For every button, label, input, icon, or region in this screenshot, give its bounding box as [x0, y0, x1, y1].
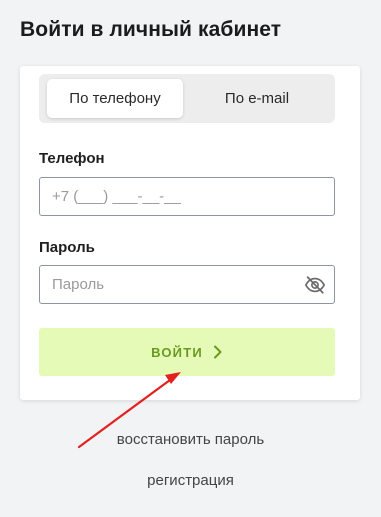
password-label: Пароль: [39, 239, 95, 256]
tab-email[interactable]: По e-mail: [187, 79, 327, 118]
phone-field-wrapper: [39, 177, 335, 216]
phone-label: Телефон: [39, 150, 105, 167]
page-title: Войти в личный кабинет: [20, 18, 282, 41]
login-method-tabs: По телефону По e-mail: [39, 74, 335, 123]
password-input[interactable]: [40, 266, 292, 303]
login-card: По телефону По e-mail Телефон Пароль ВОЙ…: [20, 66, 360, 400]
tab-phone[interactable]: По телефону: [47, 79, 183, 118]
password-field-wrapper: [39, 265, 335, 304]
login-button-label: ВОЙТИ: [151, 344, 203, 360]
register-link[interactable]: регистрация: [0, 472, 381, 489]
chevron-right-icon: [213, 345, 222, 359]
login-button[interactable]: ВОЙТИ: [39, 328, 335, 376]
phone-input[interactable]: [40, 178, 292, 215]
eye-slash-icon[interactable]: [304, 274, 326, 296]
restore-password-link[interactable]: восстановить пароль: [0, 431, 381, 448]
